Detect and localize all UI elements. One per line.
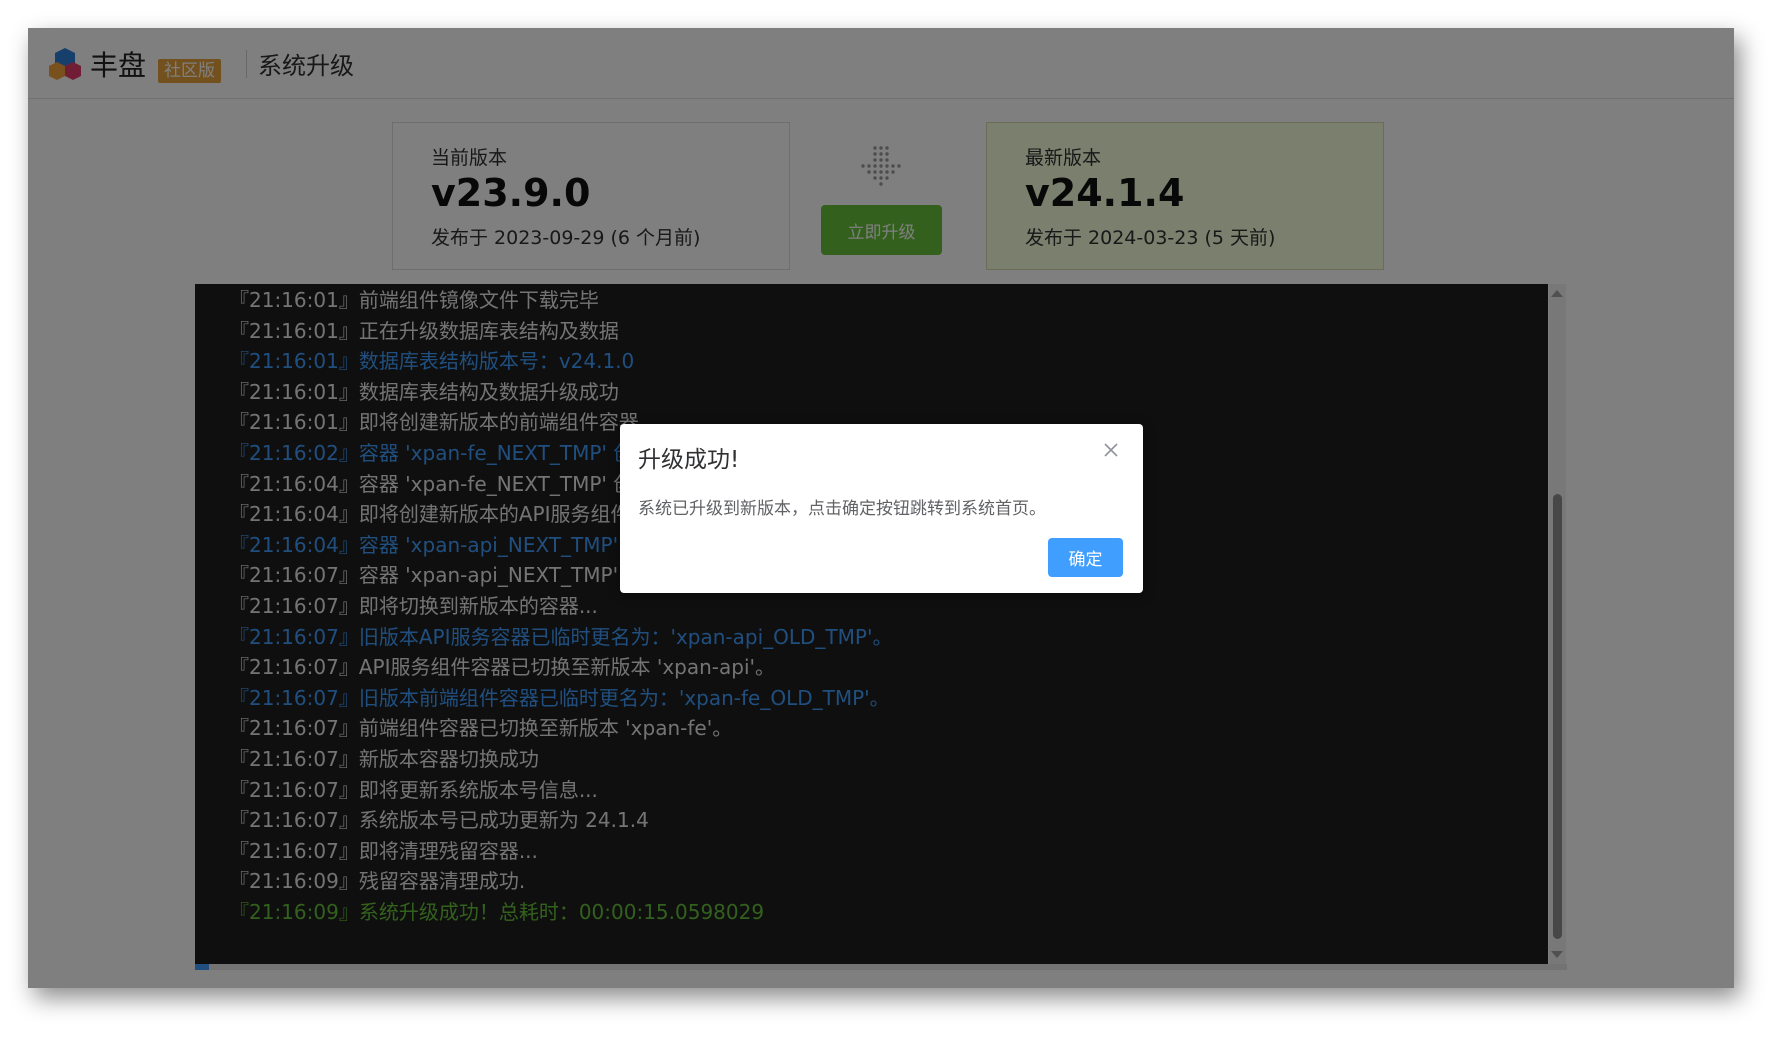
dialog-title: 升级成功!	[638, 447, 740, 473]
confirm-button[interactable]: 确定	[1048, 538, 1123, 577]
close-icon[interactable]	[1101, 440, 1121, 460]
upgrade-success-dialog: 升级成功! 系统已升级到新版本，点击确定按钮跳转到系统首页。 确定	[620, 424, 1143, 593]
app-window: 丰盘 社区版 系统升级 当前版本 v23.9.0 发布于 2023-09-29 …	[28, 28, 1734, 988]
modal-overlay[interactable]: 升级成功! 系统已升级到新版本，点击确定按钮跳转到系统首页。 确定	[28, 28, 1734, 988]
dialog-message: 系统已升级到新版本，点击确定按钮跳转到系统首页。	[638, 499, 1046, 519]
